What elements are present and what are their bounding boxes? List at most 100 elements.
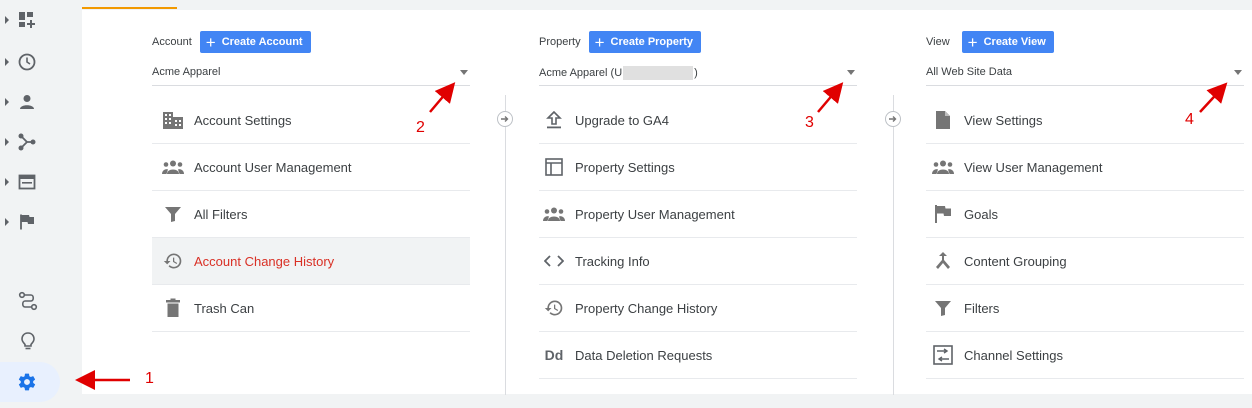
view-selector[interactable]: All Web Site Data — [926, 62, 1244, 86]
menu-item-property-settings[interactable]: Property Settings — [539, 144, 857, 191]
history-icon — [163, 253, 182, 269]
channel-settings-icon — [933, 345, 953, 365]
rail-item-admin[interactable] — [0, 362, 60, 402]
rail-item-attribution[interactable] — [0, 282, 60, 320]
menu-item-property-user-management[interactable]: Property User Management — [539, 191, 857, 238]
menu-item-all-filters[interactable]: All Filters — [152, 191, 470, 238]
browser-window-icon — [18, 174, 36, 190]
dd-text-icon: Dd — [544, 347, 564, 363]
create-view-label: Create View — [983, 36, 1046, 48]
property-header: Property + Create Property — [539, 31, 702, 53]
people-icon — [543, 207, 565, 221]
menu-item-filters[interactable]: Filters — [926, 285, 1244, 332]
active-tab-indicator — [82, 7, 177, 9]
menu-item-label: Channel Settings — [964, 347, 1064, 363]
property-label: Property — [539, 36, 581, 48]
menu-item-label: Property Change History — [575, 300, 718, 316]
menu-item-label: Account Change History — [194, 253, 335, 269]
arrow-right-icon — [497, 111, 513, 127]
view-label: View — [926, 36, 950, 48]
account-label: Account — [152, 36, 192, 48]
dropdown-arrow-icon[interactable] — [460, 70, 468, 75]
expand-caret-icon — [5, 98, 9, 106]
view-column: View + Create View All Web Site Data View… — [926, 10, 1246, 394]
menu-item-label: Goals — [964, 206, 998, 222]
person-icon — [20, 95, 34, 109]
column-divider — [893, 95, 894, 395]
menu-item-label: Property Settings — [575, 159, 675, 175]
route-icon — [18, 291, 38, 311]
column-divider — [505, 95, 506, 395]
account-header: Account + Create Account — [152, 31, 311, 53]
annotation-number-4: 4 — [1185, 111, 1194, 128]
branch-icon — [18, 133, 36, 151]
view-selected: All Web Site Data — [926, 66, 1013, 78]
menu-item-label: Account User Management — [194, 159, 352, 175]
create-account-button[interactable]: + Create Account — [199, 31, 311, 53]
property-column: Property + Create Property Acme Apparel (… — [539, 10, 859, 394]
history-icon — [544, 300, 563, 316]
building-icon — [163, 112, 183, 129]
annotation-number-2: 2 — [416, 119, 425, 136]
menu-item-account-user-management[interactable]: Account User Management — [152, 144, 470, 191]
annotation-number-1: 1 — [145, 370, 154, 387]
gear-icon — [18, 373, 36, 391]
dropdown-arrow-icon[interactable] — [847, 70, 855, 75]
flag-icon — [935, 205, 951, 223]
menu-item-label: Data Deletion Requests — [575, 347, 713, 363]
clock-icon — [18, 53, 36, 71]
arrow-right-icon — [885, 111, 901, 127]
menu-item-view-settings[interactable]: View Settings — [926, 97, 1244, 144]
expand-caret-icon — [5, 178, 9, 186]
menu-item-tracking-info[interactable]: Tracking Info — [539, 238, 857, 285]
menu-item-goals[interactable]: Goals — [926, 191, 1244, 238]
menu-item-label: Tracking Info — [575, 253, 650, 269]
ga-admin-screen: Account + Create Account Acme Apparel Acc… — [0, 0, 1252, 408]
property-selected-prefix: Acme Apparel (U — [539, 66, 623, 79]
rail-item-conversions[interactable] — [0, 202, 60, 242]
menu-item-view-user-management[interactable]: View User Management — [926, 144, 1244, 191]
menu-item-channel-settings[interactable]: Channel Settings — [926, 332, 1244, 379]
property-menu: Upgrade to GA4 Property Settings Propert… — [539, 97, 857, 379]
account-selected: Acme Apparel — [152, 66, 221, 78]
menu-item-account-change-history[interactable]: Account Change History — [152, 238, 470, 285]
rail-item-acquisition[interactable] — [0, 122, 60, 162]
menu-item-label: Trash Can — [194, 300, 255, 316]
rail-item-realtime[interactable] — [0, 42, 60, 82]
menu-item-trash-can[interactable]: Trash Can — [152, 285, 470, 332]
create-property-label: Create Property — [610, 36, 694, 48]
menu-item-property-change-history[interactable]: Property Change History — [539, 285, 857, 332]
menu-item-label: View User Management — [964, 159, 1103, 175]
rail-item-audience[interactable] — [0, 82, 60, 122]
rail-item-discover[interactable] — [0, 322, 60, 360]
rail-item-customization[interactable] — [0, 0, 60, 40]
merge-icon — [936, 252, 950, 269]
redacted-property-id — [623, 66, 694, 80]
expand-caret-icon — [5, 16, 9, 24]
expand-caret-icon — [5, 58, 9, 66]
menu-item-content-grouping[interactable]: Content Grouping — [926, 238, 1244, 285]
create-property-button[interactable]: + Create Property — [588, 31, 702, 53]
account-column: Account + Create Account Acme Apparel Acc… — [152, 10, 472, 394]
menu-item-label: Content Grouping — [964, 253, 1067, 269]
property-selected-suffix: ) — [694, 66, 698, 79]
lightbulb-icon — [21, 332, 35, 350]
menu-item-data-deletion-requests[interactable]: Dd Data Deletion Requests — [539, 332, 857, 379]
create-view-button[interactable]: + Create View — [961, 31, 1054, 53]
menu-item-label: Account Settings — [194, 112, 292, 128]
rail-item-behavior[interactable] — [0, 162, 60, 202]
account-selector[interactable]: Acme Apparel — [152, 62, 470, 86]
create-account-label: Create Account — [221, 36, 303, 48]
annotation-number-3: 3 — [805, 114, 814, 131]
property-selector[interactable]: Acme Apparel (U) — [539, 62, 857, 86]
plus-icon: + — [967, 32, 978, 52]
people-icon — [162, 160, 184, 174]
menu-item-label: View Settings — [964, 112, 1043, 128]
code-icon — [544, 255, 564, 267]
expand-caret-icon — [5, 138, 9, 146]
dropdown-arrow-icon[interactable] — [1234, 70, 1242, 75]
document-icon — [936, 111, 950, 129]
filter-icon — [935, 301, 951, 316]
layout-icon — [545, 158, 563, 176]
plus-icon: + — [594, 32, 605, 52]
